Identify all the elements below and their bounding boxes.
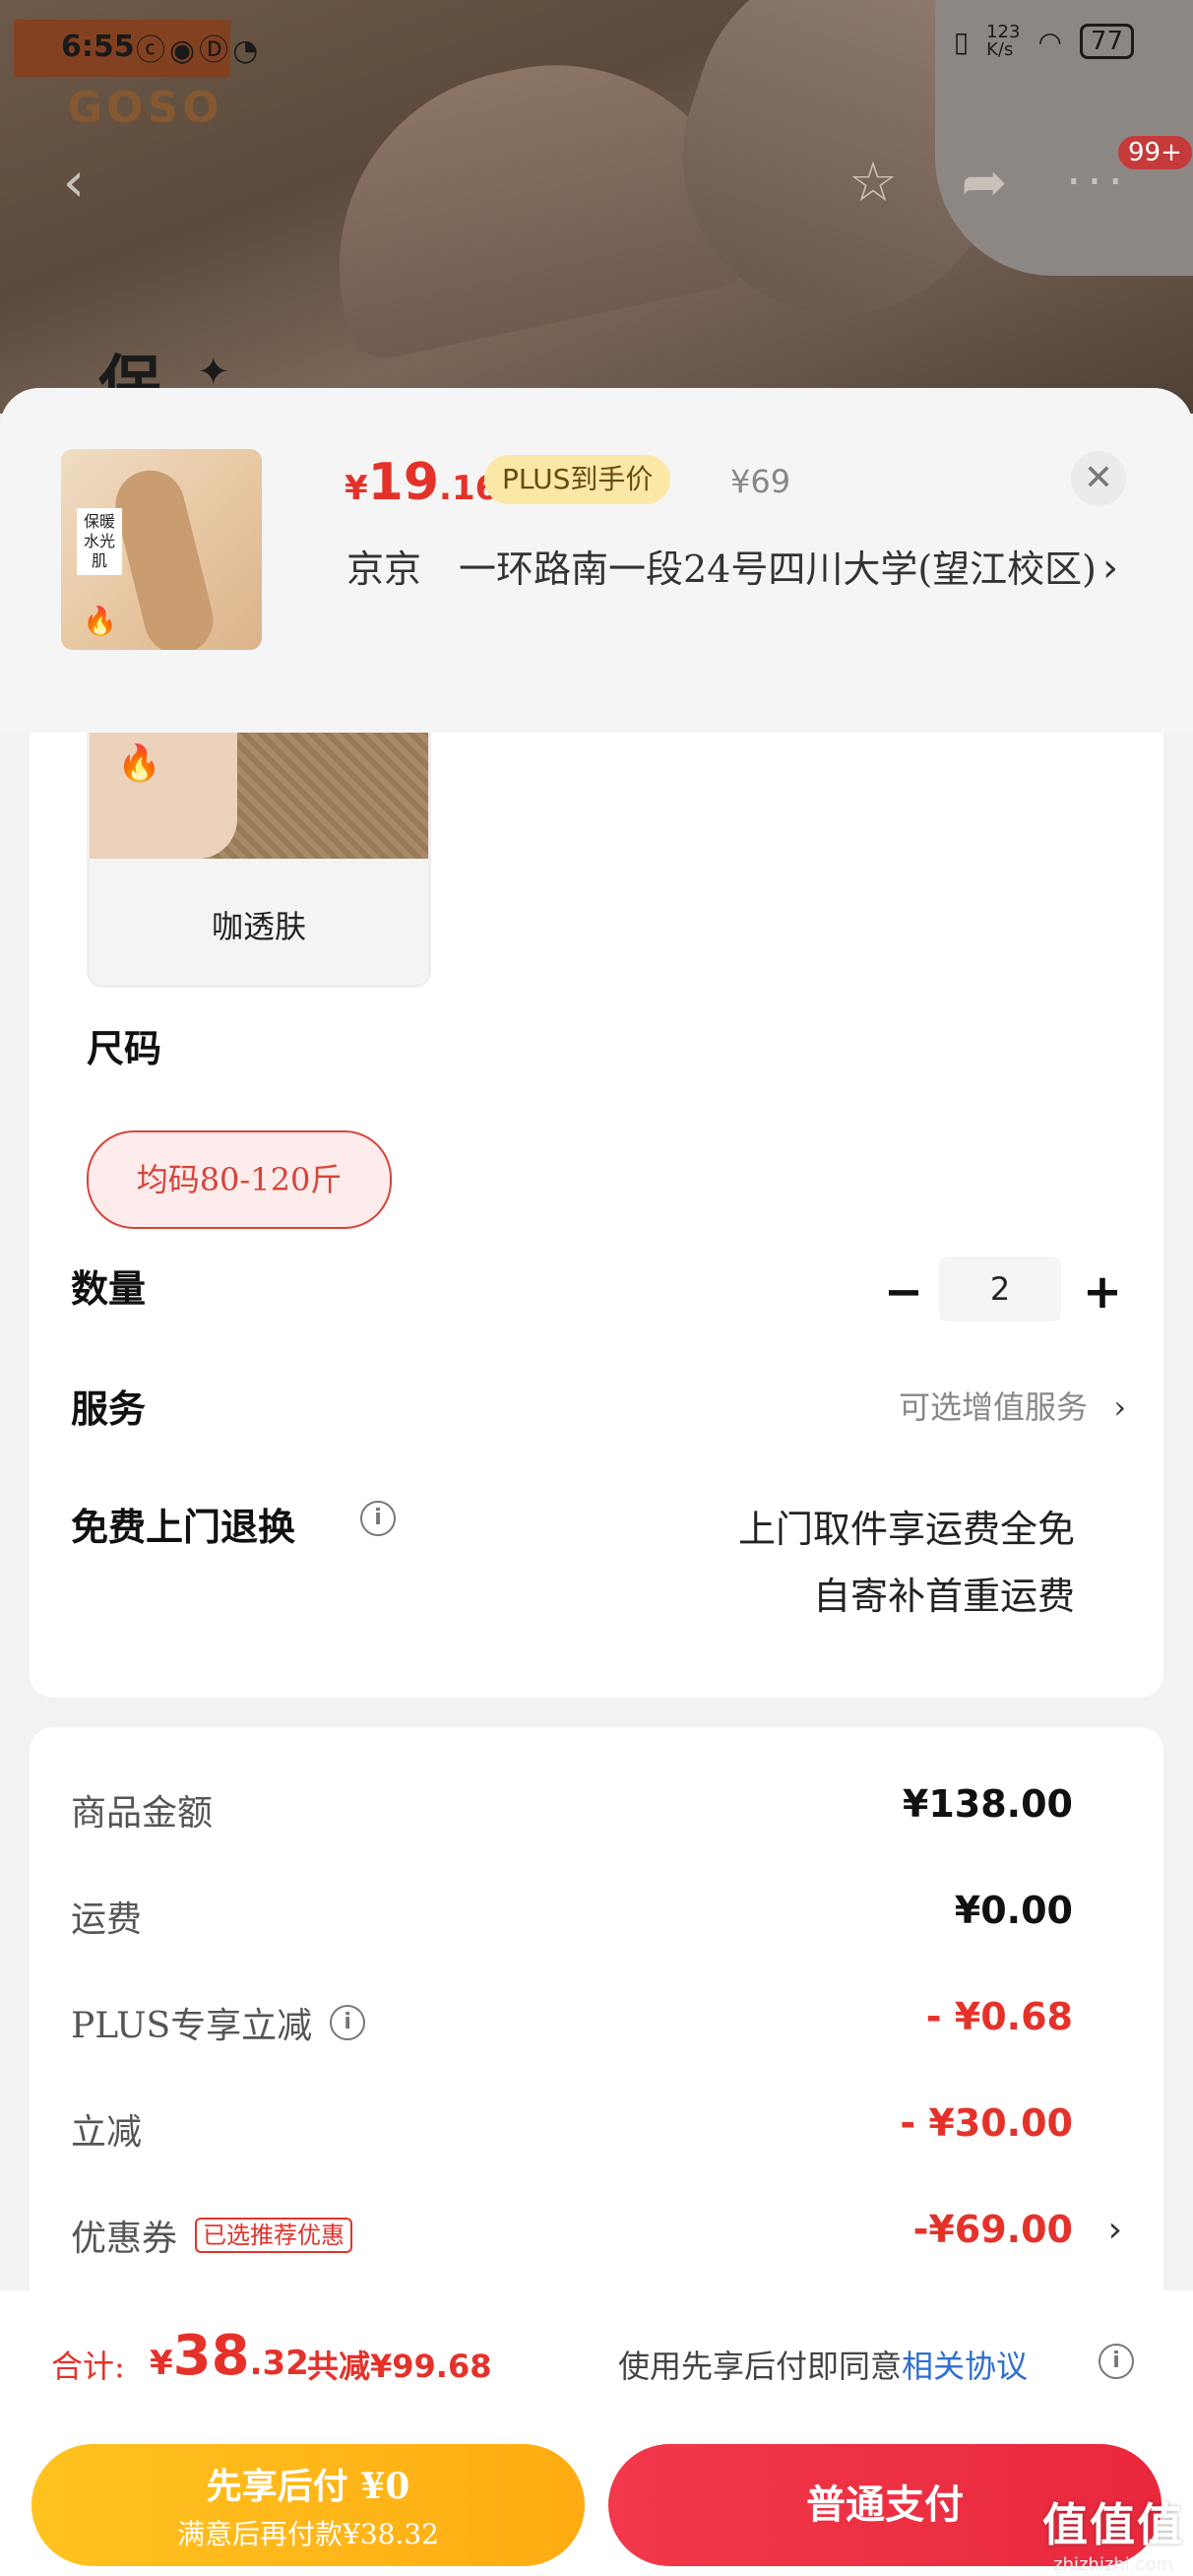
status-time: 6:55 [61,30,135,64]
chevron-right-icon[interactable]: › [1102,546,1118,591]
status-bar: 6:55 ⓒ◉Ⓓ◔ ▯ 123 K/s ◠ 77 [0,18,1193,77]
network-speed: 123 K/s [986,22,1021,60]
cart-badge: 99+ [1118,136,1192,169]
price-integer: 19 [367,453,440,512]
original-price: ¥69 [730,463,791,500]
product-thumbnail: 保暖水光肌 🔥 [61,449,262,650]
free-return-line1: 上门取件享运费全免 [737,1508,1075,1551]
quantity-plus-button[interactable]: + [1075,1264,1130,1320]
plus-discount-value: - ¥0.68 [925,1995,1073,2038]
coupon-recommended-tag: 已选推荐优惠 [195,2218,353,2253]
wifi-icon: ◠ [1037,25,1062,58]
agreement-prefix: 使用先享后付即同意 [618,2348,903,2385]
brand-logo: GOSO [67,83,223,133]
close-button[interactable]: ✕ [1071,451,1126,506]
color-option-label: 咖透肤 [211,908,306,945]
plus-discount-label: PLUS专享立减 i [71,1997,366,2048]
quantity-minus-button[interactable]: − [876,1264,931,1320]
service-selector[interactable]: 可选增值服务 › [899,1383,1126,1428]
service-title: 服务 [71,1386,147,1431]
chevron-right-icon[interactable]: › [1108,2210,1122,2250]
checkout-bar: 合计: ¥38.32 共减¥99.68 使用先享后付即同意相关协议 i 先享后付… [0,2290,1193,2576]
options-card: 🔥 咖透肤 尺码 均码80-120斤 数量 − 2 + 服务 可选增值服务 › … [30,733,1163,1698]
chevron-right-icon: › [1113,1388,1126,1426]
instant-discount-text: 立减 [71,2112,143,2153]
info-icon[interactable]: i [360,1501,396,1536]
shipping-value: ¥0.00 [954,1889,1073,1932]
total-price: ¥38.32 [150,2324,309,2388]
total-currency: ¥ [150,2344,173,2383]
total-integer: 38 [172,2324,250,2388]
free-return-title: 免费上门退换 [71,1505,296,1549]
battery-icon: 77 [1079,24,1134,59]
service-value: 可选增值服务 [899,1388,1089,1426]
notification-icons: ⓒ◉Ⓓ◔ [136,33,263,68]
total-saved: 共减¥99.68 [307,2348,492,2385]
info-icon[interactable]: i [1099,2344,1134,2379]
size-title: 尺码 [87,1026,162,1070]
coupon-label[interactable]: 优惠券 已选推荐优惠 [71,2210,353,2261]
fire-icon: 🔥 [83,605,117,637]
shipping-label: 运费 [71,1891,142,1942]
watermark: 值值值 zhizhizhi.com [1034,2489,1193,2575]
buy-now-pay-later-button[interactable]: 先享后付 ¥0 满意后再付款¥38.32 [31,2444,585,2566]
color-option-image: 🔥 [90,733,428,859]
vibrate-icon: ▯ [953,25,970,58]
price-currency: ¥ [345,469,368,508]
free-return-line2: 自寄补首重运费 [812,1575,1075,1618]
thumbnail-leg [108,463,220,650]
favorite-star-icon[interactable]: ☆ [839,148,908,217]
fire-icon: 🔥 [117,743,161,784]
quantity-input[interactable]: 2 [939,1256,1061,1321]
share-icon[interactable]: ➦ [950,148,1019,217]
thumbnail-label: 保暖水光肌 [77,508,122,575]
plus-discount-text: PLUS专享立减 [71,2006,313,2046]
size-option-selected[interactable]: 均码80-120斤 [87,1130,392,1229]
info-icon[interactable]: i [330,2005,366,2040]
instant-discount-value: - ¥30.00 [900,2101,1073,2145]
instant-discount-label: 立减 [71,2103,142,2155]
quantity-title: 数量 [71,1266,147,1311]
agreement-link[interactable]: 相关协议 [902,2348,1028,2385]
back-icon[interactable]: ‹ [39,148,108,217]
watermark-logo: 值值值 [1042,2498,1184,2551]
watermark-url: zhizhizhi.com [1053,2554,1173,2575]
coupon-text: 优惠券 [71,2219,178,2259]
agreement-text: 使用先享后付即同意相关协议 [618,2342,1028,2387]
total-label: 合计: [51,2348,125,2385]
plus-price-tag: PLUS到手价 [484,455,671,504]
purchase-sheet: 保暖水光肌 🔥 ¥19.16 PLUS到手价 ¥69 ✕ 京京 一环路南一段24… [0,388,1193,2576]
color-option-selected[interactable]: 🔥 咖透肤 [87,733,431,988]
total-decimal: .32 [249,2344,309,2383]
bnpl-subtitle: 满意后再付款¥38.32 [177,2518,439,2550]
bnpl-title: 先享后付 ¥0 [206,2466,410,2507]
goods-amount-label: 商品金额 [71,1784,213,1835]
goods-amount-text: 商品金额 [71,1793,214,1834]
shipping-text: 运费 [71,1900,143,1940]
coupon-value[interactable]: -¥69.00 [913,2208,1073,2251]
status-right: ▯ 123 K/s ◠ 77 [954,24,1134,59]
swatch-leg [90,733,237,859]
delivery-address[interactable]: 京京 一环路南一段24号四川大学(望江校区) [346,544,1104,595]
goods-amount-value: ¥138.00 [902,1782,1073,1826]
sheet-header: 保暖水光肌 🔥 ¥19.16 PLUS到手价 ¥69 ✕ 京京 一环路南一段24… [0,388,1193,733]
plus-price: ¥19.16 [345,453,498,512]
